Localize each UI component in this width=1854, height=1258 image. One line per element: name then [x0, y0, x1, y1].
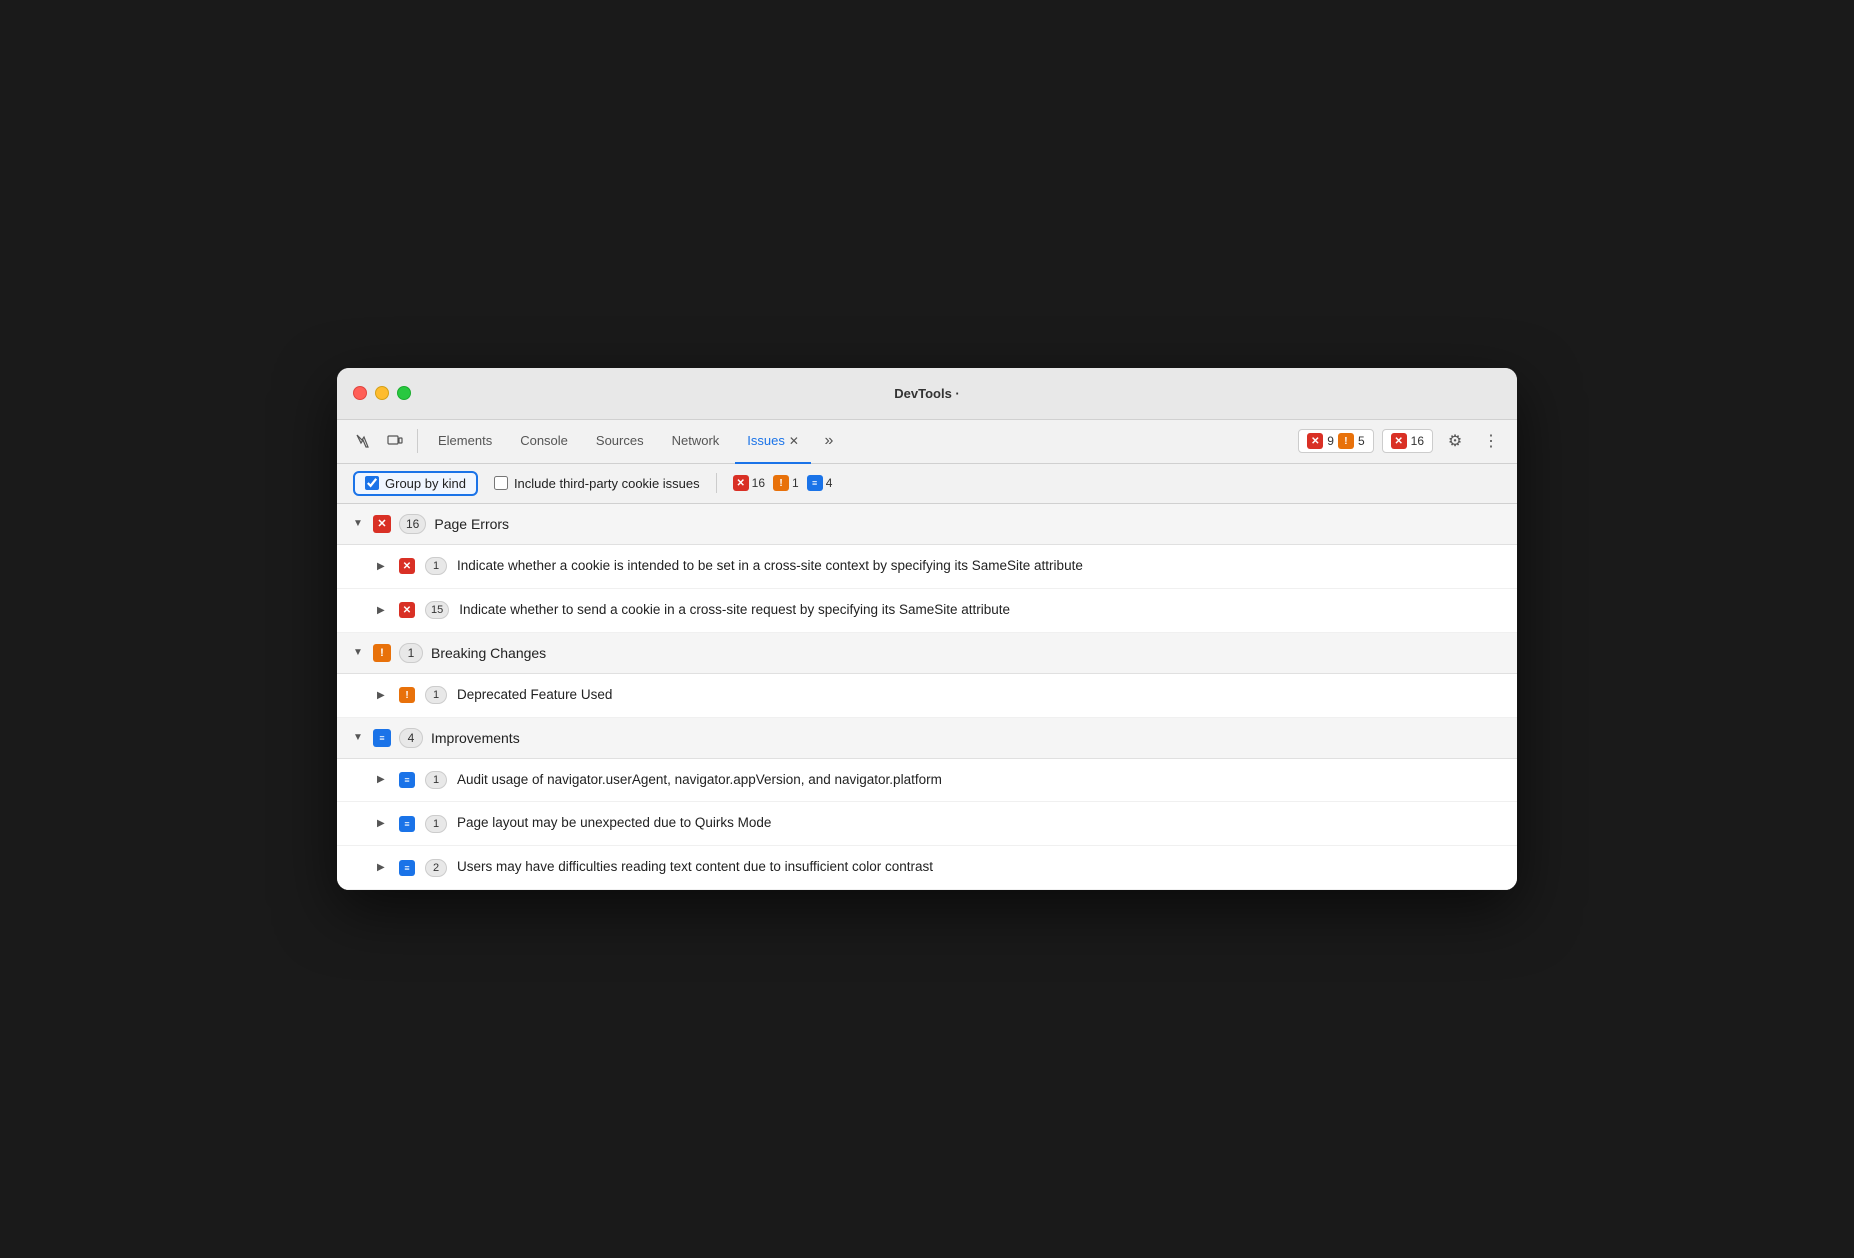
tab-elements[interactable]: Elements: [426, 420, 504, 464]
issue-chevron-3: ▶: [377, 690, 389, 701]
toolbar: Elements Console Sources Network Issues …: [337, 420, 1517, 464]
issue-row-5[interactable]: ▶ ≡ 1 Page layout may be unexpected due …: [337, 802, 1517, 846]
section-title-errors: Page Errors: [434, 516, 509, 532]
count-error-icon: ✕: [733, 475, 749, 491]
issue-chevron-2: ▶: [377, 605, 389, 616]
third-party-text: Include third-party cookie issues: [514, 476, 700, 491]
filter-separator: [716, 473, 717, 493]
count-warnings-num: 1: [792, 476, 799, 490]
error-count-display: ✕ 16: [733, 475, 765, 491]
maximize-button[interactable]: [397, 386, 411, 400]
section-icon-breaking: !: [373, 644, 391, 662]
group-by-kind-text: Group by kind: [385, 476, 466, 491]
issue-chevron-4: ▶: [377, 774, 389, 785]
warning-count: 5: [1358, 434, 1365, 448]
inspect-icon[interactable]: [349, 427, 377, 455]
section-improvements[interactable]: ▼ ≡ 4 Improvements: [337, 718, 1517, 759]
section-icon-errors: ✕: [373, 515, 391, 533]
separator-1: [417, 429, 418, 453]
group-by-kind-label[interactable]: Group by kind: [353, 471, 478, 496]
issue-chevron-1: ▶: [377, 561, 389, 572]
issue-text-5: Page layout may be unexpected due to Qui…: [457, 814, 771, 833]
section-count-improvements: 4: [399, 728, 423, 748]
more-tabs-icon[interactable]: »: [815, 427, 843, 455]
section-chevron-improvements: ▼: [353, 732, 365, 743]
tab-network[interactable]: Network: [660, 420, 732, 464]
issue-row-6[interactable]: ▶ ≡ 2 Users may have difficulties readin…: [337, 846, 1517, 890]
error-icon: ✕: [1307, 433, 1323, 449]
titlebar: DevTools ·: [337, 368, 1517, 420]
error-count: 9: [1327, 434, 1334, 448]
window-title: DevTools ·: [894, 386, 960, 401]
warning-icon-symbol: !: [1344, 436, 1347, 447]
issues-count: 16: [1411, 434, 1424, 448]
issue-count-3: 1: [425, 686, 447, 704]
issue-count-6: 2: [425, 859, 447, 877]
issue-icon-6: ≡: [399, 860, 415, 876]
settings-button[interactable]: ⚙: [1441, 427, 1469, 455]
issue-icon-2: ✕: [399, 602, 415, 618]
count-info-num: 4: [826, 476, 833, 490]
section-chevron-breaking: ▼: [353, 647, 365, 658]
filter-counts: ✕ 16 ! 1 ≡ 4: [733, 475, 833, 491]
issue-count-4: 1: [425, 771, 447, 789]
section-breaking-changes[interactable]: ▼ ! 1 Breaking Changes: [337, 633, 1517, 674]
count-info-icon: ≡: [807, 475, 823, 491]
issue-chevron-6: ▶: [377, 862, 389, 873]
section-page-errors[interactable]: ▼ ✕ 16 Page Errors: [337, 504, 1517, 545]
warning-icon: !: [1338, 433, 1354, 449]
issue-row-3[interactable]: ▶ ! 1 Deprecated Feature Used: [337, 674, 1517, 718]
more-options-button[interactable]: ⋮: [1477, 427, 1505, 455]
minimize-button[interactable]: [375, 386, 389, 400]
section-count-errors: 16: [399, 514, 426, 534]
toolbar-right: ✕ 9 ! 5 ✕ 16 ⚙ ⋮: [1298, 427, 1505, 455]
section-title-breaking: Breaking Changes: [431, 645, 546, 661]
devtools-window: DevTools · Elements Console Sources Netw…: [337, 368, 1517, 890]
issues-error-symbol: ✕: [1394, 436, 1402, 447]
issue-icon-4: ≡: [399, 772, 415, 788]
section-chevron-errors: ▼: [353, 518, 365, 529]
issue-icon-3: !: [399, 687, 415, 703]
issues-error-icon: ✕: [1391, 433, 1407, 449]
count-errors-num: 16: [752, 476, 765, 490]
filter-bar: Group by kind Include third-party cookie…: [337, 464, 1517, 504]
error-icon-symbol: ✕: [1311, 436, 1319, 447]
issue-icon-5: ≡: [399, 816, 415, 832]
section-icon-improvements: ≡: [373, 729, 391, 747]
issue-row-1[interactable]: ▶ ✕ 1 Indicate whether a cookie is inten…: [337, 545, 1517, 589]
issues-count-badge: ✕ 16: [1382, 429, 1433, 453]
issue-text-3: Deprecated Feature Used: [457, 686, 612, 705]
close-button[interactable]: [353, 386, 367, 400]
tab-sources[interactable]: Sources: [584, 420, 656, 464]
traffic-lights: [353, 386, 411, 400]
issue-icon-1: ✕: [399, 558, 415, 574]
issue-count-5: 1: [425, 815, 447, 833]
section-title-improvements: Improvements: [431, 730, 520, 746]
issue-text-2: Indicate whether to send a cookie in a c…: [459, 601, 1010, 620]
warning-count-display: ! 1: [773, 475, 799, 491]
error-warning-badge: ✕ 9 ! 5: [1298, 429, 1373, 453]
issues-content: ▼ ✕ 16 Page Errors ▶ ✕ 1 Indicate whethe…: [337, 504, 1517, 890]
issue-count-2: 15: [425, 601, 449, 619]
third-party-label[interactable]: Include third-party cookie issues: [494, 476, 700, 491]
issue-text-1: Indicate whether a cookie is intended to…: [457, 557, 1083, 576]
count-warning-icon: !: [773, 475, 789, 491]
issue-row-2[interactable]: ▶ ✕ 15 Indicate whether to send a cookie…: [337, 589, 1517, 633]
issue-count-1: 1: [425, 557, 447, 575]
tab-issues[interactable]: Issues ✕: [735, 420, 811, 464]
device-icon[interactable]: [381, 427, 409, 455]
tab-console[interactable]: Console: [508, 420, 580, 464]
third-party-checkbox[interactable]: [494, 476, 508, 490]
issue-text-4: Audit usage of navigator.userAgent, navi…: [457, 771, 942, 790]
issue-text-6: Users may have difficulties reading text…: [457, 858, 933, 877]
section-count-breaking: 1: [399, 643, 423, 663]
issue-chevron-5: ▶: [377, 818, 389, 829]
group-by-kind-checkbox[interactable]: [365, 476, 379, 490]
info-count-display: ≡ 4: [807, 475, 833, 491]
issue-row-4[interactable]: ▶ ≡ 1 Audit usage of navigator.userAgent…: [337, 759, 1517, 803]
